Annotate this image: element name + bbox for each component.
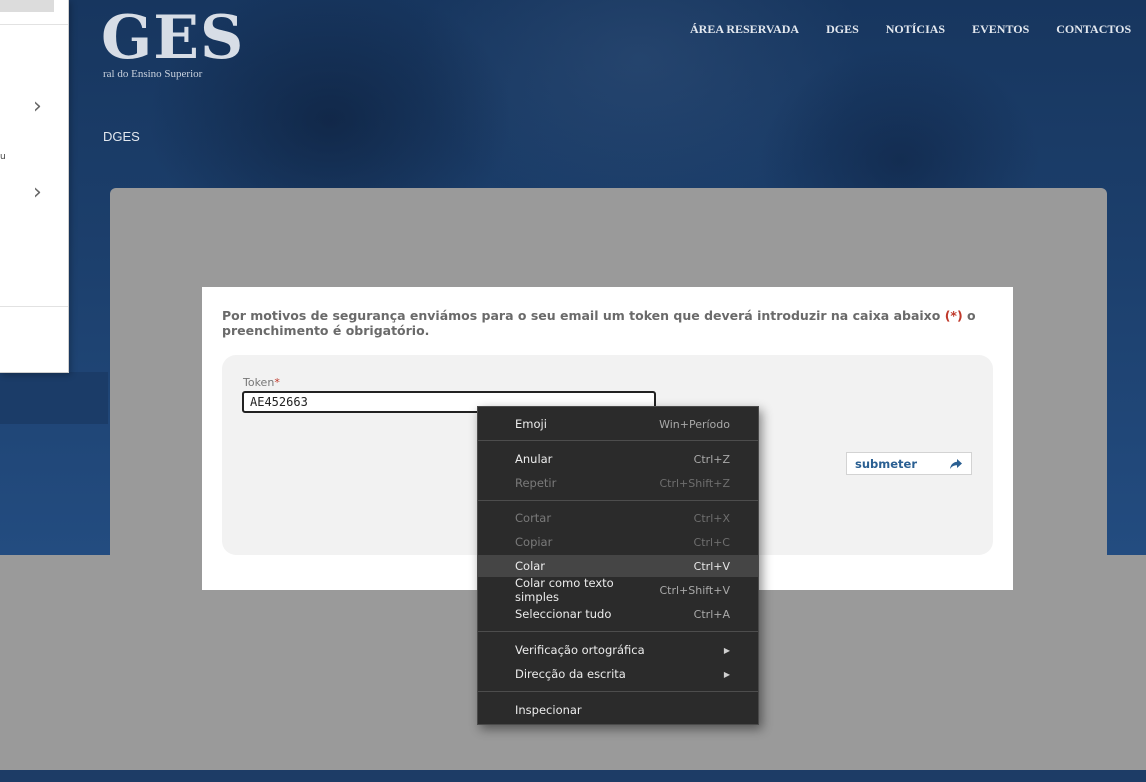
menu-item-label: Seleccionar tudo [515, 607, 612, 621]
context-menu: Emoji Win+Período Anular Ctrl+Z Repetir … [477, 406, 759, 725]
site-logo[interactable]: GES [101, 8, 244, 68]
menu-item-undo[interactable]: Anular Ctrl+Z [478, 448, 758, 470]
submit-button[interactable]: submeter [846, 452, 972, 475]
left-dark-block [0, 372, 108, 424]
site-logo-subtitle: ral do Ensino Superior [103, 68, 203, 80]
required-marker: (*) [944, 308, 963, 323]
breadcrumb[interactable]: DGES [103, 129, 140, 144]
top-nav: ÁREA RESERVADA DGES NOTÍCIAS EVENTOS CON… [690, 22, 1131, 37]
menu-item-shortcut: Ctrl+Shift+V [659, 583, 730, 597]
menu-separator [478, 691, 758, 692]
menu-item-redo[interactable]: Repetir Ctrl+Shift+Z [478, 472, 758, 494]
security-message: Por motivos de segurança enviámos para o… [222, 308, 1002, 338]
menu-item-label: Emoji [515, 417, 547, 431]
nav-contactos[interactable]: CONTACTOS [1056, 22, 1131, 37]
nav-eventos[interactable]: EVENTOS [972, 22, 1029, 37]
menu-item-emoji[interactable]: Emoji Win+Período [478, 413, 758, 435]
menu-item-spellcheck[interactable]: Verificação ortográfica ▶ [478, 639, 758, 661]
token-label: Token* [243, 376, 280, 389]
submenu-arrow-icon: ▶ [723, 645, 730, 655]
menu-item-shortcut: Win+Período [659, 417, 730, 431]
menu-item-shortcut: Ctrl+Shift+Z [659, 476, 730, 490]
nav-noticias[interactable]: NOTÍCIAS [886, 22, 945, 37]
token-required-marker: * [274, 376, 280, 389]
footer-strip [0, 770, 1146, 782]
side-window: › u › [0, 0, 69, 373]
submit-label: submeter [855, 456, 918, 471]
nav-dges[interactable]: DGES [826, 22, 859, 37]
menu-item-writing-direction[interactable]: Direcção da escrita ▶ [478, 663, 758, 685]
side-window-selected-row[interactable] [0, 0, 54, 12]
divider [0, 24, 68, 25]
submenu-arrow-icon: ▶ [723, 669, 730, 679]
menu-item-label: Inspecionar [515, 703, 582, 717]
menu-item-inspect[interactable]: Inspecionar [478, 699, 758, 721]
menu-item-shortcut: Ctrl+C [693, 535, 730, 549]
menu-item-shortcut: Ctrl+A [693, 607, 730, 621]
menu-item-shortcut: Ctrl+Z [693, 452, 730, 466]
menu-item-select-all[interactable]: Seleccionar tudo Ctrl+A [478, 603, 758, 625]
menu-item-paste-plain-text[interactable]: Colar como texto simples Ctrl+Shift+V [478, 576, 758, 604]
menu-item-label: Direcção da escrita [515, 667, 626, 681]
token-label-text: Token [243, 376, 275, 389]
menu-item-label: Repetir [515, 476, 557, 490]
share-arrow-icon [950, 458, 962, 469]
menu-item-paste[interactable]: Colar Ctrl+V [478, 555, 758, 577]
menu-separator [478, 440, 758, 441]
menu-item-shortcut: Ctrl+V [693, 559, 730, 573]
menu-item-label: Colar [515, 559, 546, 573]
menu-separator [478, 500, 758, 501]
menu-item-label: Copiar [515, 535, 553, 549]
menu-item-label: Cortar [515, 511, 552, 525]
menu-separator [478, 631, 758, 632]
menu-item-label: Verificação ortográfica [515, 643, 645, 657]
nav-area-reservada[interactable]: ÁREA RESERVADA [690, 22, 799, 37]
menu-item-label: Colar como texto simples [515, 576, 614, 604]
chevron-right-icon[interactable]: › [33, 182, 42, 204]
menu-item-cut[interactable]: Cortar Ctrl+X [478, 507, 758, 529]
divider [0, 306, 68, 307]
menu-item-label: Anular [515, 452, 553, 466]
chevron-right-icon[interactable]: › [33, 96, 42, 118]
side-window-text: u [0, 152, 6, 162]
menu-item-copy[interactable]: Copiar Ctrl+C [478, 531, 758, 553]
security-message-text: Por motivos de segurança enviámos para o… [222, 308, 941, 323]
menu-item-shortcut: Ctrl+X [693, 511, 730, 525]
